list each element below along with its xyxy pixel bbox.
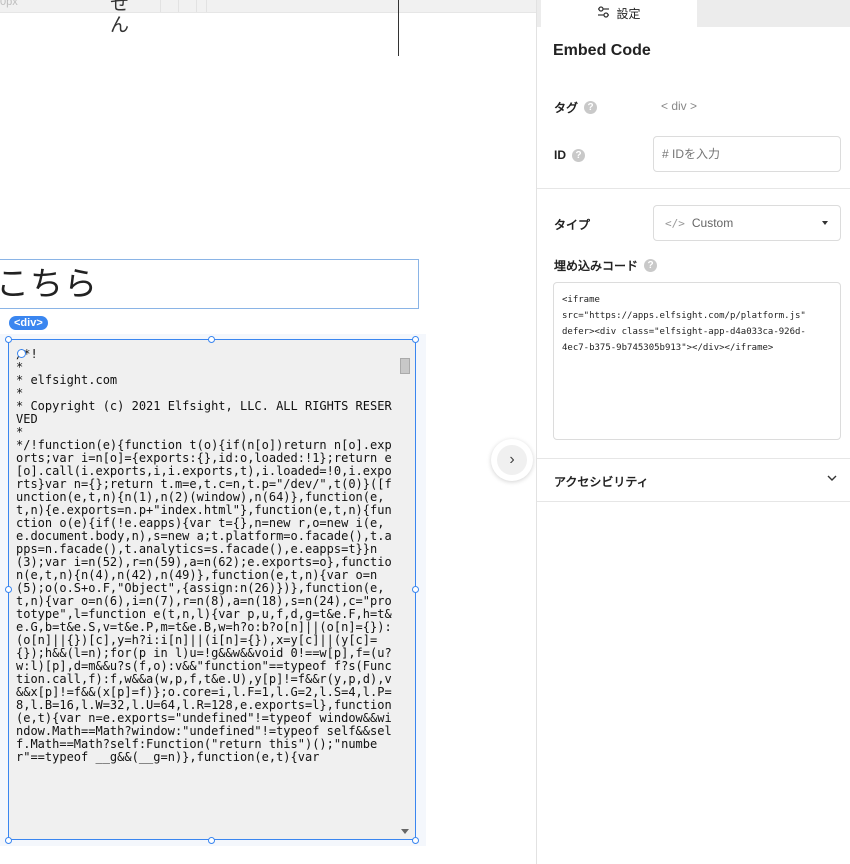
- resize-handle-top-left[interactable]: [5, 336, 12, 343]
- tab-settings-label: 設定: [616, 7, 641, 21]
- sliders-icon: [597, 6, 610, 21]
- vertical-scrollbar[interactable]: [399, 354, 411, 836]
- tag-row-label: タグ ?: [554, 99, 598, 116]
- panel-title: Embed Code: [553, 42, 651, 59]
- resize-handle-right[interactable]: [412, 586, 419, 593]
- expand-panel-button[interactable]: ›: [491, 439, 533, 481]
- type-select-value: Custom: [691, 216, 734, 230]
- id-input[interactable]: [653, 136, 841, 172]
- ruler-separator: [196, 0, 197, 12]
- id-label: ID: [554, 148, 566, 162]
- tab-settings[interactable]: 設定: [541, 0, 697, 27]
- scroll-down-arrow-icon[interactable]: [401, 829, 409, 834]
- resize-handle-bottom-left[interactable]: [5, 837, 12, 844]
- settings-panel: 設定 Embed Code タグ ? < div > ID ? タイプ </> …: [536, 0, 850, 864]
- panel-tabbar: 設定: [537, 0, 850, 27]
- embed-code-textarea[interactable]: <iframe src="https://apps.elfsight.com/p…: [553, 282, 841, 440]
- chevron-down-icon: [827, 473, 837, 485]
- ruler-units: 0px: [0, 0, 18, 8]
- resize-handle-top-right[interactable]: [412, 336, 419, 343]
- scrollbar-thumb[interactable]: [400, 358, 410, 374]
- embed-code-preview: /*! * * elfsight.com * * Copyright (c) 2…: [16, 347, 392, 764]
- help-icon[interactable]: ?: [644, 259, 658, 272]
- editor-canvas: 0px せ ん こちら <div> /*! * * elfsight.com *…: [0, 0, 536, 864]
- element-tag-badge[interactable]: <div>: [9, 316, 48, 330]
- chevron-right-icon: ›: [497, 445, 527, 475]
- accessibility-label: アクセシビリティ: [554, 475, 649, 489]
- type-row-label: タイプ: [554, 216, 590, 233]
- caret-down-icon: [822, 221, 828, 225]
- rotate-handle-icon[interactable]: [17, 349, 26, 358]
- type-select[interactable]: </> Custom: [653, 205, 841, 241]
- embed-code-element[interactable]: /*! * * elfsight.com * * Copyright (c) 2…: [8, 339, 416, 840]
- ruler-separator: [160, 0, 161, 12]
- id-row-label: ID ?: [554, 148, 585, 162]
- resize-handle-bottom-right[interactable]: [412, 837, 419, 844]
- text-fragment[interactable]: せ ん: [110, 0, 129, 36]
- ruler-separator: [206, 0, 207, 12]
- tag-label: タグ: [554, 101, 579, 115]
- ruler-strip: 0px: [0, 0, 536, 13]
- ruler-separator: [178, 0, 179, 12]
- help-icon[interactable]: ?: [572, 148, 585, 162]
- help-icon[interactable]: ?: [584, 101, 598, 114]
- code-icon: </>: [665, 216, 685, 230]
- section-divider: [537, 188, 850, 189]
- embed-row-label: 埋め込みコード ?: [554, 257, 658, 274]
- tag-value: < div >: [661, 99, 698, 113]
- resize-handle-left[interactable]: [5, 586, 12, 593]
- type-label: タイプ: [554, 218, 591, 232]
- embed-label: 埋め込みコード: [554, 259, 639, 273]
- resize-handle-bottom[interactable]: [208, 837, 215, 844]
- resize-handle-top[interactable]: [208, 336, 215, 343]
- heading-text[interactable]: こちら: [0, 262, 98, 306]
- divider-line: [398, 0, 399, 56]
- accessibility-section[interactable]: アクセシビリティ: [537, 458, 850, 502]
